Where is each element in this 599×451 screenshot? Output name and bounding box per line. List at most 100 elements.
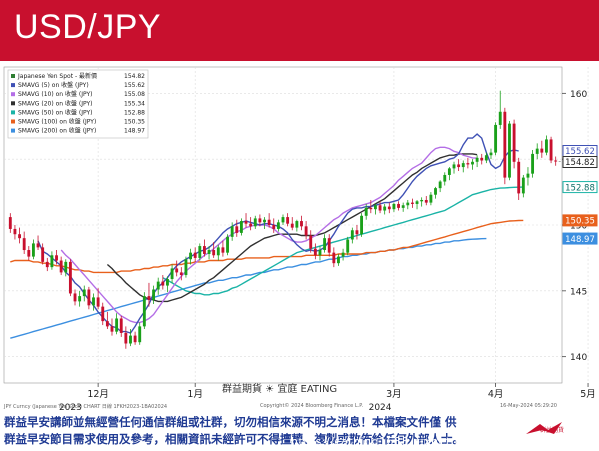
title-banner: USD/JPY — [0, 0, 599, 61]
candle-body — [443, 174, 447, 182]
candle-body — [309, 235, 313, 249]
candle-body — [346, 239, 350, 253]
candle-body — [397, 203, 400, 208]
candle-body — [447, 168, 451, 175]
candle-body — [230, 226, 234, 237]
candle-body — [438, 181, 442, 189]
legend-swatch — [11, 92, 15, 97]
candle-body — [129, 335, 132, 344]
candle-body — [350, 230, 354, 240]
candle-body — [429, 194, 433, 203]
y-tick-label: 140 — [570, 353, 587, 363]
candle-body — [59, 260, 63, 273]
legend-value: 154.82 — [124, 73, 145, 80]
candle-body — [290, 223, 294, 228]
candle-body — [119, 318, 123, 333]
candle-body — [64, 261, 68, 273]
candle-body — [323, 238, 327, 251]
watermark-url: https://cathing1688.pixnet.net/album — [291, 435, 516, 448]
legend-swatch — [11, 74, 15, 78]
candle-body — [207, 250, 211, 254]
candle-body — [87, 289, 91, 306]
candle-body — [494, 124, 498, 153]
candle-body — [221, 247, 225, 253]
candle-body — [41, 247, 45, 262]
candle-body — [175, 268, 179, 273]
candle-body — [424, 199, 428, 203]
legend-label: SMAVG (200) on 收盤 (JPY) — [18, 127, 96, 135]
candle-body — [22, 238, 26, 251]
candle-body — [452, 164, 456, 169]
candle-body — [272, 225, 276, 229]
candle-body — [475, 157, 479, 162]
candle-body — [332, 252, 336, 264]
legend-label: SMAVG (5) on 收盤 (JPY) — [18, 81, 89, 89]
candle-body — [133, 335, 137, 343]
candle-body — [36, 243, 40, 248]
candle-body — [517, 161, 521, 194]
legend-swatch — [11, 119, 15, 124]
axis-price-tag-label: 150.35 — [565, 217, 595, 227]
copyright-text: Copyright© 2024 Bloomberg Finance L.P. — [260, 403, 364, 409]
legend-value: 148.97 — [124, 128, 145, 135]
candle-body — [281, 217, 285, 223]
y-tick-label: 160 — [570, 90, 587, 100]
candle-body — [304, 226, 308, 236]
candle-body — [471, 161, 474, 165]
company-logo-text: 群益期貨 — [540, 427, 565, 434]
candle-body — [216, 247, 220, 256]
candle-body — [526, 173, 530, 178]
candle-body — [166, 278, 169, 286]
x-tick-label: 5月 — [580, 389, 596, 400]
legend-swatch — [11, 83, 15, 88]
candle-body — [142, 296, 146, 327]
candle-body — [96, 297, 100, 307]
candle-body — [68, 261, 72, 294]
candle-body — [503, 111, 507, 178]
candle-body — [82, 289, 86, 297]
year-label: 2024 — [369, 403, 392, 413]
candle-body — [27, 250, 31, 257]
candle-body — [286, 217, 290, 224]
candle-body — [360, 215, 364, 235]
candle-body — [480, 157, 484, 161]
candle-body — [337, 256, 340, 264]
legend-swatch — [11, 101, 15, 106]
candle-body — [531, 153, 535, 174]
x-tick-label: 4月 — [488, 389, 504, 400]
legend-swatch — [11, 110, 15, 115]
candle-body — [115, 318, 119, 332]
candle-body — [341, 252, 345, 257]
candle-body — [369, 207, 373, 210]
candle-body — [73, 293, 77, 302]
chart-area: 14014515015516012月1月3月4月5月20232024Japane… — [0, 61, 599, 416]
candle-body — [45, 261, 49, 268]
candle-body — [387, 206, 391, 210]
candle-body — [124, 332, 128, 344]
y-tick-label: 145 — [570, 287, 587, 297]
candle-body — [152, 289, 156, 301]
candle-body — [50, 255, 54, 268]
candle-body — [401, 205, 405, 208]
candle-body — [101, 306, 105, 322]
legend-value: 152.88 — [124, 109, 145, 116]
candle-body — [549, 139, 553, 161]
candle-body — [313, 248, 317, 256]
candle-body — [498, 111, 502, 125]
candle-body — [244, 221, 248, 224]
legend-label: SMAVG (50) on 收盤 (JPY) — [18, 108, 92, 116]
candle-body — [300, 221, 303, 227]
candle-body — [202, 246, 206, 254]
candle-body — [147, 296, 151, 301]
candle-body — [355, 230, 359, 235]
candle-body — [378, 205, 382, 211]
candle-body — [318, 250, 322, 256]
legend-value: 155.08 — [124, 91, 145, 98]
candle-body — [554, 160, 558, 162]
legend-value: 150.35 — [124, 119, 145, 126]
legend-label: SMAVG (10) on 收盤 (JPY) — [18, 90, 92, 98]
candle-body — [276, 222, 280, 229]
candle-body — [138, 326, 142, 343]
x-tick-label: 12月 — [87, 389, 109, 400]
candle-body — [249, 223, 253, 227]
